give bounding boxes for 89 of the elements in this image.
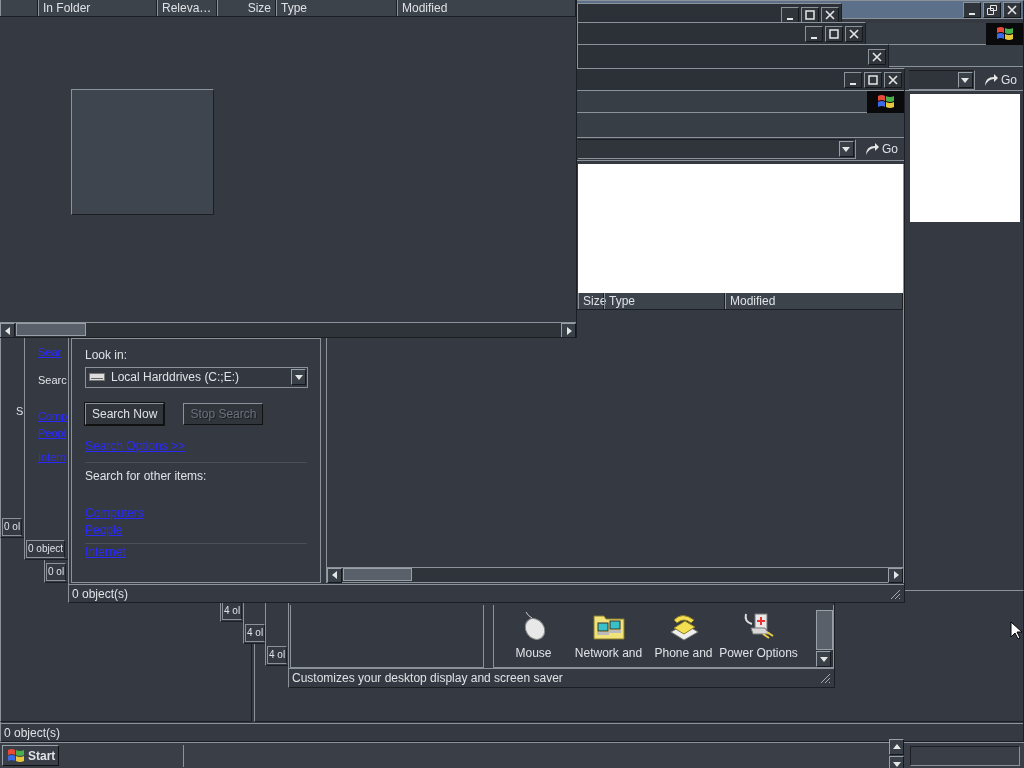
close-icon — [824, 8, 836, 21]
status-text: 4 ol — [267, 646, 288, 664]
minimize-icon — [811, 36, 817, 39]
pane-label: S — [16, 404, 24, 418]
status-text: Customizes your desktop display and screen saver — [292, 670, 563, 685]
column-header[interactable]: Modified — [725, 292, 903, 309]
dropdown-button[interactable] — [839, 141, 854, 158]
minimize-button[interactable] — [844, 71, 862, 88]
column-header[interactable]: Type — [604, 292, 725, 309]
triangle-arrow-icon — [294, 373, 303, 382]
close-icon — [1006, 3, 1018, 16]
dropdown-button[interactable] — [291, 369, 306, 386]
close-icon — [887, 73, 899, 86]
close-button[interactable] — [868, 48, 886, 65]
scroll-down-button[interactable] — [889, 756, 904, 768]
address-field[interactable] — [578, 139, 856, 160]
scroll-left-button[interactable] — [0, 323, 15, 337]
scroll-down-button[interactable] — [816, 651, 831, 667]
triangle-arrow-icon — [961, 75, 970, 84]
scroll-thumb[interactable] — [343, 567, 412, 581]
triangle-arrow-icon — [842, 145, 851, 154]
close-icon — [848, 27, 860, 40]
address-field[interactable] — [909, 69, 975, 90]
start-logo — [6, 747, 26, 764]
maximize-icon — [804, 8, 816, 21]
triangle-arrow-icon — [564, 326, 573, 335]
go-button[interactable]: Go — [860, 139, 902, 160]
status-text: 0 ol — [46, 563, 67, 581]
status-text: 0 object(s) — [4, 725, 61, 740]
scroll-right-button[interactable] — [888, 567, 903, 583]
restore-button[interactable] — [983, 1, 1001, 18]
maximize-icon — [828, 27, 840, 40]
curved-arrow-icon — [864, 142, 880, 157]
drive-icon — [89, 372, 105, 383]
status-text: 0 object — [26, 540, 66, 558]
scroll-thumb[interactable] — [16, 323, 86, 336]
close-button[interactable] — [821, 6, 839, 23]
scroll-left-button[interactable] — [327, 567, 342, 583]
control-panel-item[interactable]: Mouse — [496, 610, 571, 667]
dropdown-button[interactable] — [958, 71, 973, 88]
go-button[interactable]: Go — [979, 69, 1021, 90]
status-text: 0 ol — [2, 518, 23, 536]
power-plug-icon — [742, 610, 775, 642]
control-panel-item[interactable]: Phone and — [646, 610, 721, 667]
maximize-icon — [867, 73, 879, 86]
look-in-dropdown[interactable]: Local Harddrives (C:;E:) — [85, 366, 308, 388]
close-button[interactable] — [845, 25, 863, 42]
column-header[interactable]: Size — [217, 0, 276, 16]
minimize-icon — [787, 17, 793, 20]
minimize-button[interactable] — [963, 1, 981, 18]
search-action-button[interactable]: Search Now — [85, 402, 165, 425]
section-label: Search for other items: — [85, 468, 207, 483]
column-header[interactable] — [0, 0, 38, 16]
scroll-right-button[interactable] — [561, 323, 576, 337]
column-header[interactable]: Type — [276, 0, 397, 16]
minimize-icon — [850, 82, 856, 85]
triangle-arrow-icon — [819, 655, 828, 663]
maximize-button[interactable] — [801, 6, 819, 23]
triangle-arrow-icon — [330, 571, 339, 580]
minimize-icon — [969, 12, 975, 15]
maximize-button[interactable] — [864, 71, 882, 88]
minimize-button[interactable] — [781, 6, 799, 23]
column-header[interactable]: Releva… — [157, 0, 217, 16]
scroll-thumb[interactable] — [816, 610, 833, 650]
close-button[interactable] — [884, 71, 902, 88]
triangle-arrow-icon — [3, 326, 12, 335]
maximize-button[interactable] — [825, 25, 843, 42]
resize-grip-icon[interactable] — [819, 671, 831, 684]
start-button[interactable]: Start — [2, 745, 60, 766]
control-panel-item[interactable]: Network and — [571, 610, 646, 667]
close-icon — [871, 50, 883, 63]
control-panel-item[interactable]: Power Options — [721, 610, 796, 667]
triangle-arrow-icon — [891, 571, 900, 580]
field-label: Look in: — [85, 347, 128, 362]
pane-label: Searc — [38, 373, 67, 387]
status-text: 4 ol — [245, 624, 266, 642]
column-header[interactable]: Modified — [397, 0, 576, 16]
minimize-button[interactable] — [805, 25, 823, 42]
curved-arrow-icon — [983, 72, 999, 87]
restore-icon — [986, 3, 998, 16]
pointer-icon — [1010, 621, 1022, 640]
resize-grip-icon[interactable] — [889, 587, 901, 600]
flag-logo — [875, 93, 896, 110]
dropdown-value: Local Harddrives (C:;E:) — [111, 370, 240, 385]
close-button[interactable] — [1003, 1, 1021, 18]
flag-logo — [994, 25, 1015, 42]
status-text: 0 object(s) — [72, 586, 129, 601]
scroll-up-button[interactable] — [889, 739, 904, 755]
column-header[interactable]: In Folder — [38, 0, 157, 16]
